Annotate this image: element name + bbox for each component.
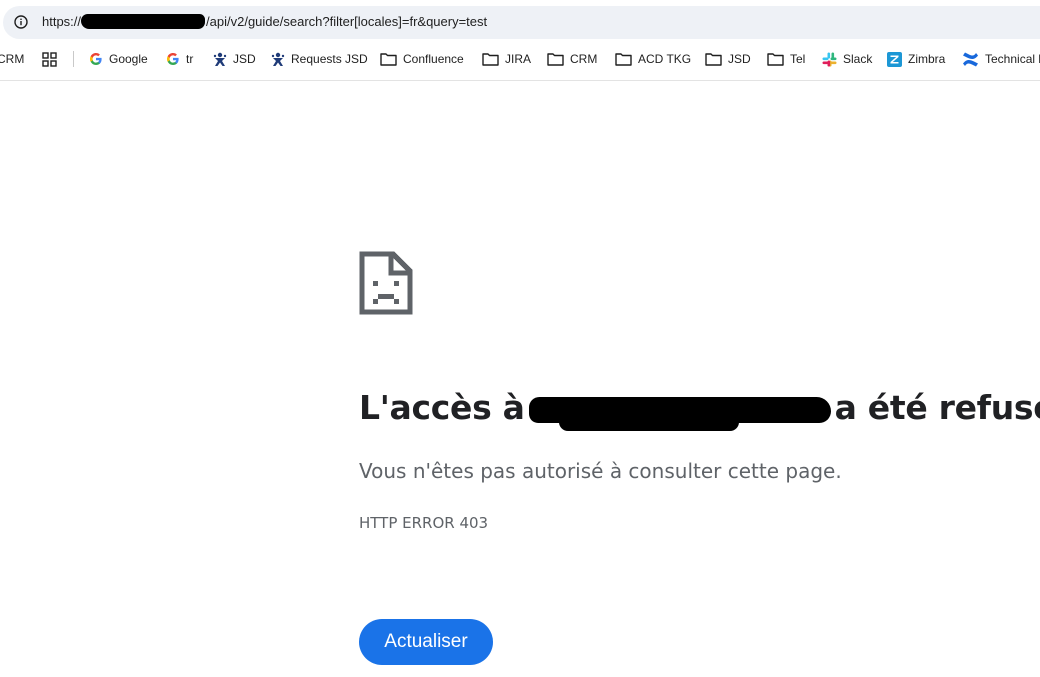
- jira-sd-icon: [271, 52, 285, 66]
- bookmark-label: Zimbra: [908, 52, 946, 66]
- reload-button[interactable]: Actualiser: [359, 619, 493, 665]
- apps-grid-icon: [42, 51, 57, 67]
- bookmark-folder-jira[interactable]: JIRA: [482, 46, 531, 72]
- bookmark-google[interactable]: Google: [89, 46, 148, 72]
- bookmark-slack[interactable]: Slack: [822, 46, 872, 72]
- bookmark-label: tr: [186, 52, 194, 66]
- bookmark-label: Google: [109, 52, 148, 66]
- sad-document-icon: [359, 251, 413, 315]
- bookmarks-separator: [73, 51, 74, 67]
- bookmark-label: JSD: [233, 52, 256, 66]
- google-icon: [90, 53, 102, 65]
- bookmark-apps[interactable]: [42, 46, 63, 72]
- redaction-mark: [528, 391, 831, 431]
- bookmark-folder-jsd[interactable]: JSD: [705, 46, 751, 72]
- bookmark-label: Tel: [790, 52, 806, 66]
- bookmark-label: Technical b: [985, 52, 1040, 66]
- bookmarks-bar: CRM Google tr JSD Requests JSD Confluenc…: [0, 46, 1040, 72]
- folder-icon: [615, 53, 632, 66]
- bookmark-folder-confluence[interactable]: Confluence: [380, 46, 464, 72]
- folder-icon: [705, 53, 722, 66]
- error-title-start: L'accès à: [359, 388, 525, 427]
- bookmark-folder-crm[interactable]: CRM: [547, 46, 597, 72]
- bookmark-label: ACD TKG: [638, 52, 692, 66]
- url-text[interactable]: https:// /api/v2/guide/search?filter[loca…: [42, 14, 487, 29]
- zimbra-icon: [887, 51, 902, 67]
- bookmark-label: CRM: [570, 52, 598, 66]
- folder-icon: [767, 53, 784, 66]
- google-icon: [167, 53, 179, 65]
- folder-icon: [482, 53, 499, 66]
- folder-icon: [547, 53, 564, 66]
- bookmark-label: Requests JSD: [291, 52, 368, 66]
- info-icon[interactable]: [14, 15, 28, 29]
- browser-toolbar: https:// /api/v2/guide/search?filter[loca…: [0, 0, 1040, 81]
- folder-icon: [380, 53, 397, 66]
- bookmark-jsd[interactable]: JSD: [213, 46, 256, 72]
- bookmark-zimbra[interactable]: Zimbra: [887, 46, 945, 72]
- bookmark-technical[interactable]: Technical b: [962, 46, 1040, 72]
- error-message: Vous n'êtes pas autorisé à consulter cet…: [359, 459, 842, 483]
- url-suffix: /api/v2/guide/search?filter[locales]=fr&…: [206, 14, 488, 29]
- redaction-mark: [81, 14, 206, 29]
- bookmark-label: Confluence: [403, 52, 464, 66]
- slack-icon: [822, 52, 837, 66]
- error-title-end: a été refusé: [834, 388, 1040, 427]
- error-code: HTTP ERROR 403: [359, 514, 489, 532]
- bookmark-label: JSD: [728, 52, 751, 66]
- bookmark-label: CRM: [0, 52, 25, 66]
- address-bar[interactable]: https:// /api/v2/guide/search?filter[loca…: [3, 6, 1040, 39]
- bookmark-folder-acd-tkg[interactable]: ACD TKG: [615, 46, 691, 72]
- bookmark-tr[interactable]: tr: [166, 46, 193, 72]
- bookmark-crm-clipped[interactable]: CRM: [0, 46, 24, 72]
- bookmark-folder-tel[interactable]: Tel: [767, 46, 805, 72]
- bookmark-label: Slack: [843, 52, 873, 66]
- url-prefix: https://: [42, 14, 82, 29]
- confluence-icon: [963, 52, 978, 66]
- bookmark-requests-jsd[interactable]: Requests JSD: [271, 46, 368, 72]
- jira-sd-icon: [213, 52, 227, 66]
- error-title: L'accès à a été refusé: [359, 388, 1040, 431]
- bookmark-label: JIRA: [505, 52, 532, 66]
